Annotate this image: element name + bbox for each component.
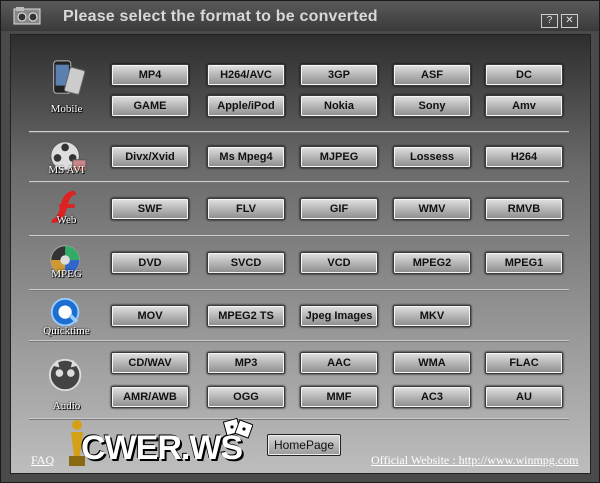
format-button-mpeg1[interactable]: MPEG1 — [485, 252, 563, 274]
mobile-phone-icon — [52, 60, 85, 95]
format-button-gif[interactable]: GIF — [300, 198, 378, 220]
category-label: MS AVI — [48, 164, 85, 176]
format-button-flv[interactable]: FLV — [207, 198, 285, 220]
format-button-lossess[interactable]: Lossess — [393, 146, 471, 168]
title-bar[interactable]: Please select the format to be converted… — [1, 1, 599, 31]
format-button-mp4[interactable]: MP4 — [111, 64, 189, 86]
format-button-h264[interactable]: H264 — [485, 146, 563, 168]
category-label: MPEG — [51, 268, 82, 280]
format-button-flac[interactable]: FLAC — [485, 352, 563, 374]
format-button-vcd[interactable]: VCD — [300, 252, 378, 274]
category-msavi: MS AVI — [29, 137, 104, 180]
group-separator — [29, 340, 569, 342]
format-button-mpeg2-ts[interactable]: MPEG2 TS — [207, 305, 285, 327]
format-button-rmvb[interactable]: RMVB — [485, 198, 563, 220]
format-button-cd-wav[interactable]: CD/WAV — [111, 352, 189, 374]
help-button[interactable]: ? — [541, 14, 558, 28]
category-label: Mobile — [50, 103, 83, 115]
napster-cat-icon — [48, 358, 81, 392]
format-button-asf[interactable]: ASF — [393, 64, 471, 86]
converter-window: Please select the format to be converted… — [0, 0, 600, 483]
format-button-ac3[interactable]: AC3 — [393, 386, 471, 408]
format-button-sony[interactable]: Sony — [393, 95, 471, 117]
group-separator — [29, 131, 569, 133]
format-button-divx-xvid[interactable]: Divx/Xvid — [111, 146, 189, 168]
format-button-apple-ipod[interactable]: Apple/iPod — [207, 95, 285, 117]
format-button-wmv[interactable]: WMV — [393, 198, 471, 220]
category-audio: Audio — [29, 356, 104, 412]
format-button-au[interactable]: AU — [485, 386, 563, 408]
format-button-mpeg2[interactable]: MPEG2 — [393, 252, 471, 274]
group-separator — [29, 235, 569, 237]
category-web: Web — [29, 187, 104, 230]
format-button-mp3[interactable]: MP3 — [207, 352, 285, 374]
format-button-aac[interactable]: AAC — [300, 352, 378, 374]
format-button-dc[interactable]: DC — [485, 64, 563, 86]
format-button-3gp[interactable]: 3GP — [300, 64, 378, 86]
faq-link[interactable]: FAQ — [31, 453, 54, 468]
category-label: Web — [56, 214, 77, 226]
homepage-button[interactable]: HomePage — [267, 434, 341, 456]
category-label: Audio — [52, 400, 81, 412]
format-button-mkv[interactable]: MKV — [393, 305, 471, 327]
category-mobile: Mobile — [29, 59, 104, 115]
category-label: Quicktime — [43, 325, 90, 337]
logo-text: CWER.WS — [81, 429, 243, 467]
format-button-wma[interactable]: WMA — [393, 352, 471, 374]
format-button-svcd[interactable]: SVCD — [207, 252, 285, 274]
format-button-swf[interactable]: SWF — [111, 198, 189, 220]
category-quicktime: Quicktime — [29, 295, 104, 338]
format-button-mjpeg[interactable]: MJPEG — [300, 146, 378, 168]
format-button-ms-mpeg4[interactable]: Ms Mpeg4 — [207, 146, 285, 168]
window-title: Please select the format to be converted — [63, 8, 378, 25]
format-button-h264-avc[interactable]: H264/AVC — [207, 64, 285, 86]
group-separator — [29, 289, 569, 291]
cwer-logo: CWER.WS — [63, 416, 263, 472]
close-button[interactable]: ✕ — [561, 14, 578, 28]
format-button-amr-awb[interactable]: AMR/AWB — [111, 386, 189, 408]
format-button-jpeg-images[interactable]: Jpeg Images — [300, 305, 378, 327]
format-button-amv[interactable]: Amv — [485, 95, 563, 117]
official-website-link[interactable]: Official Website : http://www.winmpg.com — [371, 453, 578, 468]
group-separator — [29, 181, 569, 183]
format-button-mmf[interactable]: MMF — [300, 386, 378, 408]
format-panel: Mobile MP4 H264/AVC 3GP ASF DC GAME Appl… — [10, 34, 591, 474]
film-camera-icon — [13, 7, 41, 25]
format-button-nokia[interactable]: Nokia — [300, 95, 378, 117]
category-mpeg: MPEG — [29, 241, 104, 284]
dice-icon — [223, 417, 253, 439]
format-button-mov[interactable]: MOV — [111, 305, 189, 327]
format-button-ogg[interactable]: OGG — [207, 386, 285, 408]
format-button-game[interactable]: GAME — [111, 95, 189, 117]
format-button-dvd[interactable]: DVD — [111, 252, 189, 274]
